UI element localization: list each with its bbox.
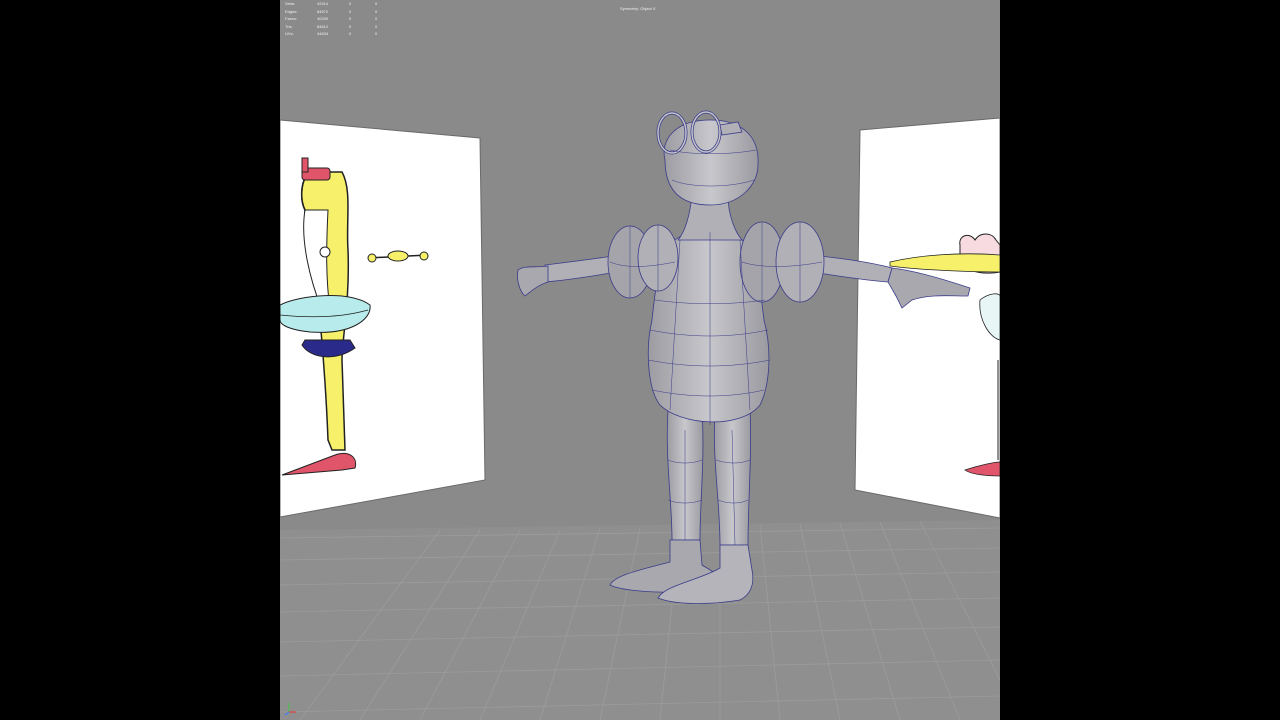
hud-selected: 0 xyxy=(349,23,352,29)
3d-viewport[interactable]: Verts: 42414 0 0 Edges: 84672 0 0 Faces:… xyxy=(280,0,1000,720)
image-plane-left[interactable] xyxy=(280,119,486,518)
floor-grid xyxy=(280,520,1000,720)
hud-row-tris: Tris: 84612 0 0 xyxy=(285,23,395,31)
hud-row-uvs: UVs: 44634 0 0 xyxy=(285,30,395,38)
hud-selected-2: 0 xyxy=(375,31,378,36)
hud-row-edges: Edges: 84672 0 0 xyxy=(285,8,395,16)
hud-value: 42414 xyxy=(317,1,329,6)
hud-value: 40290 xyxy=(317,16,329,21)
hud-label: UVs: xyxy=(285,31,294,36)
hud-selected: 0 xyxy=(349,16,352,21)
symmetry-label: Symmetry: Object X xyxy=(620,6,656,11)
hud-row-faces: Faces: 40290 0 0 xyxy=(285,15,395,23)
hud-label: Edges: xyxy=(285,8,298,14)
letterbox-right xyxy=(1000,0,1280,720)
hud-selected: 0 xyxy=(349,1,352,6)
image-plane-right[interactable] xyxy=(854,117,1000,519)
letterbox-left xyxy=(0,0,280,720)
hud-label: Faces: xyxy=(285,16,298,21)
hud-selected-2: 0 xyxy=(375,8,378,14)
hud-selected: 0 xyxy=(349,31,352,36)
poly-count-hud: Verts: 42414 0 0 Edges: 84672 0 0 Faces:… xyxy=(285,0,395,38)
hud-selected-2: 0 xyxy=(375,1,378,6)
hud-value: 84672 xyxy=(317,8,329,14)
hud-selected-2: 0 xyxy=(375,16,378,21)
hud-selected-2: 0 xyxy=(375,23,378,29)
axis-gizmo-icon xyxy=(284,703,296,716)
hud-value: 84612 xyxy=(317,23,329,29)
hud-row-verts: Verts: 42414 0 0 xyxy=(285,0,395,8)
hud-value: 44634 xyxy=(317,31,329,36)
scene xyxy=(280,110,1000,720)
hud-label: Tris: xyxy=(285,23,293,29)
hud-selected: 0 xyxy=(349,8,352,14)
hud-label: Verts: xyxy=(285,1,296,6)
